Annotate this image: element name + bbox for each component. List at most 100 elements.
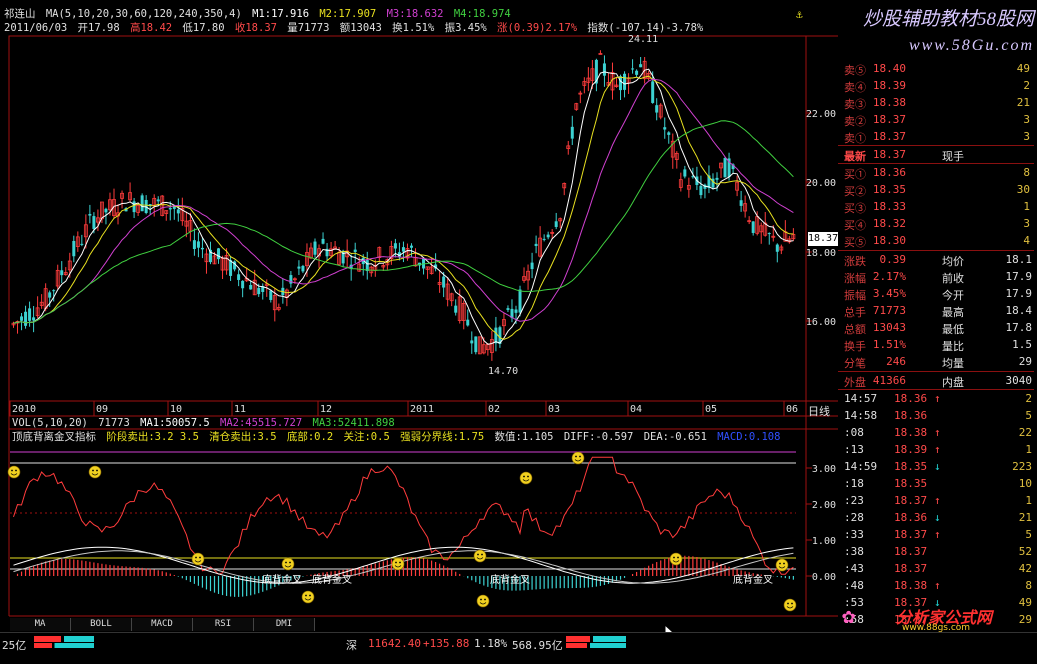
smiley-eye xyxy=(305,594,307,597)
candle-body xyxy=(667,132,671,135)
ind-axis-label: 2.00 xyxy=(812,500,836,511)
tick-time: 14:58 xyxy=(844,409,878,422)
tick-row: :13 18.39 ↑ 1 xyxy=(838,441,1034,458)
tick-price: 18.35 xyxy=(894,477,928,490)
tick-price: 18.37 xyxy=(894,528,928,541)
candle-body xyxy=(699,185,703,196)
smiley-face xyxy=(476,594,490,608)
candle-body xyxy=(156,199,160,202)
tick-volume: 5 xyxy=(1025,409,1032,422)
time-axis-label: 09 xyxy=(96,404,108,415)
quote-value: 18.32 xyxy=(872,217,906,230)
smiley-icon xyxy=(391,557,405,571)
candle-body xyxy=(192,240,196,250)
tick-volume: 1 xyxy=(1025,494,1032,507)
quote-volume: 4 xyxy=(1023,234,1030,247)
candle-body xyxy=(297,266,301,269)
ind-axis-label: 0.00 xyxy=(812,572,836,583)
smiley-face xyxy=(519,471,533,485)
tick-price: 18.37 xyxy=(894,494,928,507)
candle-body xyxy=(401,247,405,252)
candle-body xyxy=(393,243,397,249)
quote-volume: 3 xyxy=(1023,130,1030,143)
smiley-eye xyxy=(527,475,529,478)
quote-volume: 21 xyxy=(1016,96,1030,109)
price-axis-label: 22.00 xyxy=(806,109,836,120)
tab-rsi[interactable]: RSI xyxy=(193,618,254,631)
index-amt: 568.95亿 xyxy=(512,639,563,652)
candle-body xyxy=(767,233,771,235)
candle-body xyxy=(313,241,317,255)
tick-row: :48 18.38 ↑ 8 xyxy=(838,577,1034,594)
smiley-eye xyxy=(791,602,793,605)
smiley-face xyxy=(571,451,585,465)
time-axis-label: 2011 xyxy=(410,404,434,415)
outer-value: 41366 xyxy=(872,374,906,387)
quote-volume: 3 xyxy=(1023,113,1030,126)
smiley-eye xyxy=(309,594,311,597)
tick-price: 18.38 xyxy=(894,426,928,439)
bid-row: 买① 18.36 8 xyxy=(838,164,1034,181)
annotation-4: 底背金叉 xyxy=(733,575,773,586)
tick-row: :28 18.36 ↓ 21 xyxy=(838,509,1034,526)
watermark-url: www.58Gu.com xyxy=(908,37,1034,54)
watermark-bottom: ✿ 分析家公式网 www.88gs.com xyxy=(842,604,1036,633)
candle-body xyxy=(24,311,28,326)
stat-label-2: 均价 xyxy=(942,255,964,268)
candle-body xyxy=(715,177,719,180)
quote-label: 买② xyxy=(844,185,866,198)
tick-row: 14:58 18.36 5 xyxy=(838,407,1034,424)
smiley-eye xyxy=(477,553,479,556)
candle-body xyxy=(518,289,522,313)
annotation-2: 底背金叉 xyxy=(312,575,352,586)
stat-label-2: 均量 xyxy=(942,357,964,370)
indicator-sell1: 阶段卖出:3.2 3.5 xyxy=(106,431,199,443)
tick-price: 18.39 xyxy=(894,443,928,456)
time-axis-label: 05 xyxy=(705,404,717,415)
smiley-eye xyxy=(285,561,287,564)
candle-body xyxy=(542,238,546,240)
ask-row: 卖④ 18.39 2 xyxy=(838,77,1034,94)
candle-body xyxy=(168,207,172,210)
candle-body xyxy=(72,240,76,257)
quote-label: 买① xyxy=(844,168,866,181)
stat-value: 0.39 xyxy=(879,253,907,266)
candle-body xyxy=(172,206,176,209)
tick-arrow: ↓ xyxy=(934,511,941,524)
candle-body xyxy=(751,221,755,233)
tick-row: 14:57 18.36 ↑ 2 xyxy=(838,390,1034,407)
right-bar2-icon xyxy=(566,643,626,648)
tab-dmi[interactable]: DMI xyxy=(254,618,315,631)
tab-boll[interactable]: BOLL xyxy=(71,618,132,631)
stat-row: 换手 1.51% 量比 1.5 xyxy=(838,336,1034,353)
smiley-eye xyxy=(195,556,197,559)
ma-line-10 xyxy=(13,75,794,340)
candle-body xyxy=(28,308,32,321)
tab-ma[interactable]: MA xyxy=(10,618,71,631)
main-chart[interactable]: 22.00 20.00 18.00 16.00 2010 09 10 11 12 2011 02 0… xyxy=(0,0,838,632)
smiley-icon xyxy=(783,598,797,612)
tick-arrow: ↑ xyxy=(934,494,941,507)
tab-macd[interactable]: MACD xyxy=(132,618,193,631)
smiley-eye xyxy=(480,598,482,601)
tick-arrow: ↑ xyxy=(934,392,941,405)
quote-value: 18.33 xyxy=(872,200,906,213)
indicator-bottom: 底部:0.2 xyxy=(286,431,334,443)
stat-row: 总额 13043 最低 17.8 xyxy=(838,319,1034,336)
candle-body xyxy=(683,169,687,177)
low-price-label: 14.70 xyxy=(488,366,519,377)
smiley-face xyxy=(783,598,797,612)
candle-body xyxy=(514,309,518,313)
candle-body xyxy=(321,238,325,244)
candle-body xyxy=(651,81,655,103)
market-label: 深 xyxy=(346,639,357,652)
candle-body xyxy=(196,241,200,248)
quote-label: 卖④ xyxy=(844,81,866,94)
candle-body xyxy=(474,336,478,353)
period-label[interactable]: 日线 xyxy=(808,403,830,419)
stat-value: 1.51% xyxy=(872,338,906,351)
ind-axis-label: 1.00 xyxy=(812,536,836,547)
candle-body xyxy=(60,270,64,276)
smiley-face xyxy=(7,465,21,479)
time-axis-label: 04 xyxy=(630,404,642,415)
